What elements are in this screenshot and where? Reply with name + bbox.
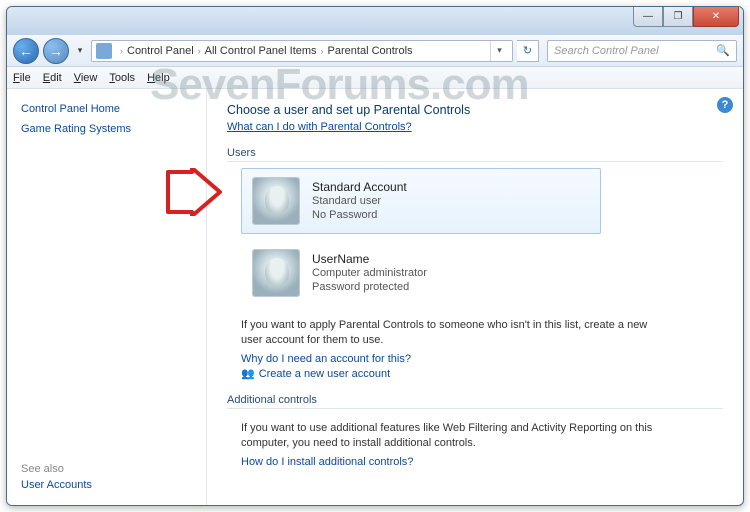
menu-file[interactable]: File [13,72,31,84]
chevron-right-icon: › [120,46,123,56]
link-create-account[interactable]: Create a new user account [241,367,723,380]
menu-bar: File Edit View Tools Help [7,67,743,89]
content-pane: ? Choose a user and set up Parental Cont… [207,89,743,505]
user-info: Standard Account Standard user No Passwo… [312,180,407,223]
menu-help[interactable]: Help [147,72,170,84]
maximize-button[interactable]: ❐ [663,7,693,27]
refresh-button[interactable]: ↻ [517,40,539,62]
note-additional: If you want to use additional features l… [241,421,661,452]
user-card-standard[interactable]: Standard Account Standard user No Passwo… [241,168,601,234]
breadcrumb[interactable]: Parental Controls [328,45,413,57]
see-also-label: See also [21,463,192,475]
red-arrow-annotation [164,168,224,216]
breadcrumb[interactable]: Control Panel [127,45,194,57]
titlebar: — ❐ ✕ [7,7,743,35]
section-users-label: Users [227,147,723,162]
user-card-admin[interactable]: UserName Computer administrator Password… [241,240,601,306]
menu-tools[interactable]: Tools [109,72,135,84]
link-why-account[interactable]: Why do I need an account for this? [241,353,723,365]
user-role: Standard user [312,194,407,208]
help-icon[interactable]: ? [717,97,733,113]
sidebar-link-home[interactable]: Control Panel Home [21,103,192,115]
user-role: Computer administrator [312,266,427,280]
nav-toolbar: ← → ▾ › Control Panel › All Control Pane… [7,35,743,67]
back-button[interactable]: ← [13,38,39,64]
sidebar-link-rating[interactable]: Game Rating Systems [21,123,192,135]
menu-view[interactable]: View [74,72,98,84]
sidebar-link-user-accounts[interactable]: User Accounts [21,479,192,491]
link-what-can-i-do[interactable]: What can I do with Parental Controls? [227,121,412,133]
address-bar[interactable]: › Control Panel › All Control Panel Item… [91,40,513,62]
forward-button[interactable]: → [43,38,69,64]
window-body: Control Panel Home Game Rating Systems S… [7,89,743,505]
user-password-status: No Password [312,208,407,222]
chevron-right-icon: › [198,46,201,56]
breadcrumb[interactable]: All Control Panel Items [205,45,317,57]
control-panel-icon [96,43,112,59]
search-input[interactable]: Search Control Panel 🔍 [547,40,737,62]
window-frame: — ❐ ✕ ← → ▾ › Control Panel › All Contro… [6,6,744,506]
user-info: UserName Computer administrator Password… [312,252,427,295]
note-create-account: If you want to apply Parental Controls t… [241,318,661,349]
chevron-right-icon: › [321,46,324,56]
nav-history-dropdown[interactable]: ▾ [73,41,87,61]
avatar-icon [252,177,300,225]
menu-edit[interactable]: Edit [43,72,62,84]
user-password-status: Password protected [312,280,427,294]
avatar-icon [252,249,300,297]
minimize-button[interactable]: — [633,7,663,27]
close-button[interactable]: ✕ [693,7,739,27]
address-dropdown-icon[interactable]: ▾ [490,41,508,61]
page-title: Choose a user and set up Parental Contro… [227,103,723,117]
search-icon: 🔍 [716,44,730,57]
user-name: Standard Account [312,180,407,194]
sidebar: Control Panel Home Game Rating Systems S… [7,89,207,505]
user-name: UserName [312,252,427,266]
window-controls: — ❐ ✕ [633,7,739,27]
search-placeholder: Search Control Panel [554,45,659,57]
link-how-install[interactable]: How do I install additional controls? [241,456,723,468]
section-additional-label: Additional controls [227,394,723,409]
